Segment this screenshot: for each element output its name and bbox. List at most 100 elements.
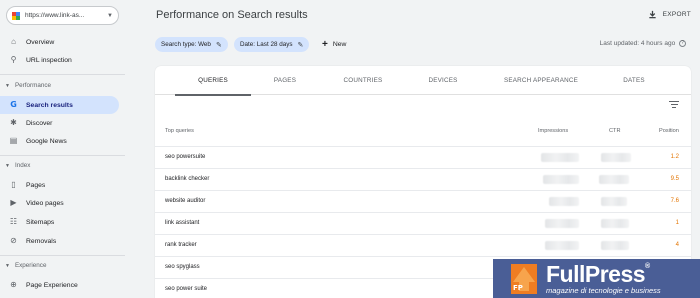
- fullpress-watermark: FP FullPress® magazine di tecnologie e b…: [493, 259, 700, 298]
- table-row[interactable]: rank tracker 4: [155, 234, 691, 256]
- query-cell: seo power suite: [165, 286, 208, 292]
- position-cell: 1.2: [670, 154, 679, 160]
- google-g-icon: G: [10, 100, 17, 109]
- tab-pages[interactable]: PAGES: [251, 66, 319, 95]
- ctr-redacted: [601, 241, 629, 250]
- sidebar-item-discover[interactable]: ✱ Discover: [0, 114, 119, 132]
- tab-countries[interactable]: COUNTRIES: [323, 66, 403, 95]
- sidebar: https://www.link-as... ▼ ⌂ Overview ⚲ UR…: [0, 0, 125, 298]
- pencil-icon: ✎: [215, 41, 222, 49]
- asterisk-icon: ✱: [10, 118, 17, 127]
- query-cell: website auditor: [165, 198, 206, 204]
- property-url: https://www.link-as...: [25, 12, 85, 19]
- sidebar-item-sitemaps[interactable]: ☷ Sitemaps: [0, 213, 119, 231]
- tab-queries[interactable]: QUERIES: [175, 66, 251, 96]
- query-cell: seo spyglass: [165, 264, 200, 270]
- page-title: Performance on Search results: [156, 9, 308, 21]
- brand-name: FullPress®: [546, 260, 661, 287]
- sidebar-item-page-experience[interactable]: ⊕ Page Experience: [0, 276, 119, 294]
- table-row[interactable]: backlink checker 9.5: [155, 168, 691, 190]
- search-icon: ⚲: [10, 55, 17, 64]
- position-cell: 4: [675, 242, 679, 248]
- sidebar-item-label: Page Experience: [26, 281, 78, 289]
- sidebar-item-google-news[interactable]: ▤ Google News: [0, 132, 119, 150]
- column-header-position[interactable]: Position: [659, 128, 679, 134]
- sidebar-item-video-pages[interactable]: ▶ Video pages: [0, 194, 119, 212]
- section-label: Experience: [14, 262, 47, 269]
- table-header: Top queries Impressions CTR Position: [165, 128, 681, 142]
- column-header-query[interactable]: Top queries: [165, 128, 194, 134]
- last-updated-text: Last updated: 4 hours ago: [599, 40, 676, 48]
- sidebar-item-pages[interactable]: ▯ Pages: [0, 176, 119, 194]
- tab-search-appearance[interactable]: SEARCH APPEARANCE: [491, 66, 591, 95]
- position-cell: 1: [675, 220, 679, 226]
- table-row[interactable]: website auditor 7.6: [155, 190, 691, 212]
- sidebar-item-removals[interactable]: ⊘ Removals: [0, 232, 119, 250]
- news-icon: ▤: [9, 136, 18, 145]
- divider: [0, 74, 125, 75]
- plus-icon: +: [322, 38, 328, 50]
- home-icon: ⌂: [11, 37, 16, 46]
- tab-devices[interactable]: DEVICES: [411, 66, 475, 95]
- sidebar-item-label: Discover: [26, 119, 53, 127]
- ctr-redacted: [601, 197, 627, 206]
- filter-chip-search-type[interactable]: Search type: Web ✎: [155, 37, 228, 52]
- section-label: Index: [14, 162, 31, 169]
- column-header-impressions[interactable]: Impressions: [538, 128, 568, 134]
- watermark-text: FullPress® magazine di tecnologie e busi…: [546, 260, 661, 295]
- impressions-redacted: [541, 153, 579, 162]
- filter-chip-date[interactable]: Date: Last 28 days ✎: [234, 37, 310, 52]
- pencil-icon: ✎: [297, 41, 304, 49]
- divider: [0, 155, 125, 156]
- plus-circle-icon: ⊕: [10, 280, 17, 289]
- download-icon: [648, 10, 656, 19]
- sidebar-item-label: Pages: [26, 181, 46, 189]
- filter-rows-icon[interactable]: [669, 101, 679, 109]
- sitemap-icon: ☷: [9, 217, 18, 226]
- property-icon: [12, 11, 20, 20]
- chevron-down-icon: ▼: [107, 12, 113, 19]
- export-label: EXPORT: [662, 11, 691, 18]
- chip-label: Search type: Web: [161, 41, 211, 48]
- table-row[interactable]: link assistant 1: [155, 212, 691, 234]
- sidebar-item-search-results[interactable]: G Search results: [0, 96, 119, 114]
- registered-mark: ®: [645, 262, 650, 270]
- column-header-ctr[interactable]: CTR: [609, 128, 621, 134]
- help-icon[interactable]: ?: [679, 40, 686, 47]
- section-index[interactable]: ▼ Index: [5, 162, 30, 169]
- impressions-redacted: [549, 197, 579, 206]
- fullpress-logo: FP: [511, 263, 537, 294]
- triangle-down-icon: ▼: [5, 82, 10, 89]
- impressions-redacted: [545, 219, 579, 228]
- sidebar-item-label: Video pages: [26, 199, 64, 207]
- brand-tagline: magazine di tecnologie e business: [546, 285, 661, 295]
- ctr-redacted: [601, 219, 629, 228]
- section-experience[interactable]: ▼ Experience: [5, 262, 46, 269]
- property-selector[interactable]: https://www.link-as... ▼: [6, 6, 119, 25]
- tab-dates[interactable]: DATES: [605, 66, 663, 95]
- sidebar-item-label: Search results: [26, 101, 73, 109]
- triangle-down-icon: ▼: [5, 262, 10, 269]
- sidebar-item-overview[interactable]: ⌂ Overview: [0, 33, 119, 51]
- table-row[interactable]: seo powersuite 1.2: [155, 146, 691, 168]
- brand-label: FullPress: [546, 260, 646, 287]
- position-cell: 7.6: [670, 198, 679, 204]
- impressions-redacted: [543, 175, 579, 184]
- new-label: New: [332, 41, 347, 48]
- sidebar-item-label: Removals: [26, 237, 57, 245]
- position-cell: 9.5: [670, 176, 679, 182]
- sidebar-item-label: Google News: [26, 137, 67, 145]
- logo-text: FP: [513, 283, 523, 292]
- export-button[interactable]: EXPORT: [648, 10, 691, 19]
- new-filter-button[interactable]: + New: [322, 37, 346, 52]
- sidebar-item-label: Overview: [26, 38, 55, 46]
- sidebar-item-label: URL inspection: [26, 56, 72, 64]
- section-performance[interactable]: ▼ Performance: [5, 82, 51, 89]
- sidebar-item-url-inspection[interactable]: ⚲ URL inspection: [0, 51, 119, 69]
- query-cell: rank tracker: [165, 242, 197, 248]
- query-cell: backlink checker: [165, 176, 210, 182]
- triangle-down-icon: ▼: [5, 162, 10, 169]
- video-file-icon: ▶: [10, 198, 17, 207]
- file-icon: ▯: [11, 180, 16, 189]
- divider: [0, 255, 125, 256]
